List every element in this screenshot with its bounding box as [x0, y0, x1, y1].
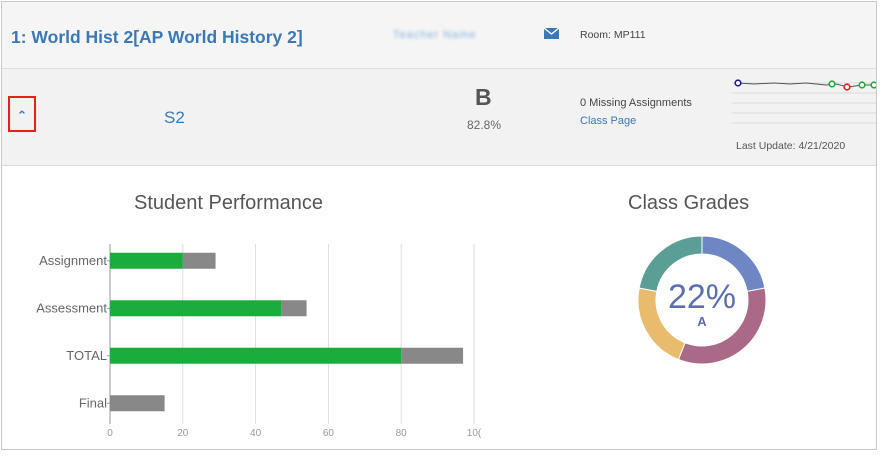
y-category-label: Assessment [36, 300, 107, 315]
bar-earned[interactable] [110, 252, 183, 269]
trend-point [843, 83, 851, 91]
performance-bar-chart: 0 20 40 60 80 10( Assignment Assessment TOTAL Fin… [36, 244, 482, 439]
performance-chart-title: Student Performance [134, 192, 323, 214]
teacher-info: Teacher Name [393, 27, 559, 43]
donut-center-label: A [697, 314, 707, 329]
course-card: 1: World Hist 2[AP World History 2] Teac… [1, 1, 877, 450]
grade-trend-sparkline[interactable] [730, 71, 876, 129]
last-update: Last Update: 4/21/2020 [736, 140, 846, 152]
class-grades-donut: 22%A [637, 235, 767, 365]
bar-remaining[interactable] [401, 347, 464, 364]
bar-earned[interactable] [110, 300, 282, 317]
grade-percent: 82.8% [467, 118, 502, 132]
grade-letter: B [475, 84, 492, 110]
term-label[interactable]: S2 [164, 108, 185, 128]
bar-earned[interactable] [110, 347, 402, 364]
trend-point [870, 81, 876, 89]
trend-point [734, 79, 742, 87]
x-tick-label: 10( [467, 428, 482, 439]
room-number: Room: MP111 [580, 29, 646, 41]
y-category-label: Assignment [39, 253, 107, 268]
x-tick-label: 40 [250, 428, 262, 439]
class-grades-title: Class Grades [628, 192, 750, 214]
donut-center-value: 22% [668, 278, 736, 316]
bar-remaining[interactable] [110, 395, 165, 412]
collapse-button[interactable]: ⌃ [8, 96, 36, 132]
trend-line [737, 82, 874, 88]
x-tick-label: 60 [323, 428, 335, 439]
course-title[interactable]: 1: World Hist 2[AP World History 2] [11, 27, 303, 48]
missing-assignments[interactable]: 0 Missing Assignments [580, 97, 692, 109]
bar-remaining[interactable] [182, 252, 216, 269]
trend-point [828, 80, 836, 88]
chevron-up-icon: ⌃ [16, 107, 28, 123]
bar-remaining[interactable] [281, 300, 307, 317]
x-tick-label: 20 [177, 428, 189, 439]
teacher-name[interactable]: Teacher Name [393, 29, 477, 41]
y-category-label: TOTAL [66, 348, 107, 363]
course-header: 1: World Hist 2[AP World History 2] Teac… [2, 2, 876, 69]
envelope-icon[interactable] [544, 28, 559, 39]
x-tick-label: 0 [107, 428, 113, 439]
trend-point [858, 81, 866, 89]
x-tick-label: 80 [396, 428, 408, 439]
term-row: ⌃ S2 B 82.8% 0 Missing Assignments Class… [2, 69, 876, 166]
y-category-label: Final [79, 395, 107, 410]
class-page-link[interactable]: Class Page [580, 115, 636, 127]
